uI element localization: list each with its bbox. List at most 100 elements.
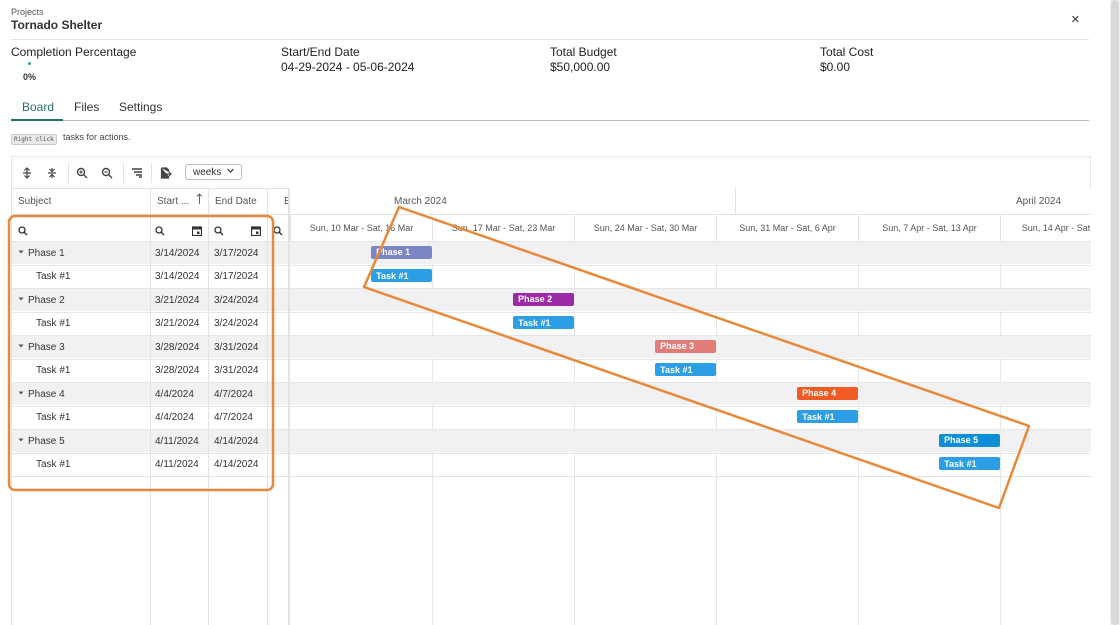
- collapse-all-icon[interactable]: [41, 163, 63, 183]
- week-header: Sun, 31 Mar - Sat, 6 Apr: [716, 214, 858, 241]
- subject-text: Task #1: [36, 412, 71, 423]
- zoom-in-icon[interactable]: [71, 163, 93, 183]
- right-click-hint: tasks for actions.: [63, 132, 131, 142]
- subject-text: Task #1: [36, 271, 71, 282]
- start-date-cell: 3/14/2024: [155, 271, 200, 282]
- timeline-row: [290, 405, 1091, 429]
- subject-text: Phase 5: [28, 435, 65, 447]
- phase-bar[interactable]: Phase 1: [371, 245, 432, 259]
- subject-cell: Task #1: [36, 313, 70, 335]
- week-header: Sun, 17 Mar - Sat, 23 Mar: [432, 214, 574, 241]
- timeline-row: [290, 311, 1091, 335]
- search-icon[interactable]: [214, 223, 224, 241]
- caret-down-icon[interactable]: [17, 436, 25, 447]
- start-date-cell: 3/28/2024: [155, 365, 200, 376]
- timeline-bottom-border: [290, 476, 1091, 477]
- end-date-cell: 4/7/2024: [214, 388, 253, 400]
- total-budget-label: Total Budget: [550, 45, 617, 59]
- start-date-cell: 3/21/2024: [155, 294, 200, 306]
- search-icon[interactable]: [18, 223, 28, 241]
- start-date-cell: 4/11/2024: [155, 435, 199, 447]
- total-budget-value: $50,000.00: [550, 60, 611, 74]
- task-bar[interactable]: Task #1: [939, 457, 1000, 470]
- start-date-cell: 4/4/2024: [155, 412, 194, 423]
- start-end-date-value: 04-29-2024 - 05-06-2024: [281, 60, 415, 74]
- gantt-toolbar: weeks: [11, 156, 1091, 189]
- end-date-cell: 4/14/2024: [214, 435, 259, 447]
- page-title: Tornado Shelter: [11, 18, 103, 32]
- subject-text: Phase 1: [28, 247, 65, 259]
- caret-down-icon[interactable]: [17, 342, 25, 353]
- subject-cell: Phase 4: [17, 383, 65, 405]
- phase-bar[interactable]: Phase 5: [939, 433, 1000, 447]
- task-bar[interactable]: Task #1: [655, 363, 716, 376]
- subject-cell: Task #1: [36, 407, 70, 429]
- total-cost-value: $0.00: [820, 60, 851, 74]
- gantt-timeline: March 2024 April 2024 Sun, 10 Mar - Sat,…: [288, 188, 1091, 625]
- zoom-out-icon[interactable]: [96, 163, 118, 183]
- subject-text: Phase 3: [28, 341, 65, 353]
- end-date-cell: 3/17/2024: [214, 247, 259, 259]
- week-header: Sun, 10 Mar - Sat, 16 Mar: [290, 214, 432, 241]
- month-divider: [735, 188, 736, 214]
- caret-down-icon[interactable]: [17, 295, 25, 306]
- column-header-subject[interactable]: Subject: [12, 188, 151, 214]
- phase-bar[interactable]: Phase 3: [655, 339, 716, 353]
- fit-view-icon[interactable]: [126, 163, 148, 183]
- start-date-cell: 3/28/2024: [155, 341, 200, 353]
- completion-progress-ring: [28, 62, 31, 65]
- breadcrumb[interactable]: Projects: [11, 7, 44, 17]
- column-header-end[interactable]: End Date: [209, 188, 268, 214]
- task-bar[interactable]: Task #1: [513, 316, 574, 329]
- column-header-end-label: End Date: [215, 195, 257, 207]
- timeline-row: [290, 382, 1091, 405]
- timeline-row: [290, 288, 1091, 311]
- subject-cell: Phase 3: [17, 336, 65, 358]
- end-date-cell: 4/14/2024: [214, 459, 259, 470]
- start-date-cell: 3/14/2024: [155, 247, 200, 259]
- right-click-key: Right click: [11, 134, 57, 145]
- calendar-icon[interactable]: [191, 223, 203, 241]
- tab-files[interactable]: Files: [74, 100, 99, 114]
- total-cost-label: Total Cost: [820, 45, 874, 59]
- subject-cell: Task #1: [36, 454, 70, 476]
- scrollbar-thumb[interactable]: [1111, 0, 1119, 625]
- expand-all-icon[interactable]: [16, 163, 38, 183]
- column-header-start[interactable]: Start ...: [151, 188, 209, 214]
- task-bar[interactable]: Task #1: [797, 410, 858, 423]
- task-bar[interactable]: Task #1: [371, 269, 432, 282]
- week-header: Sun, 24 Mar - Sat, 30 Mar: [574, 214, 716, 241]
- search-icon[interactable]: [155, 223, 165, 241]
- column-header-start-label: Start ...: [157, 195, 190, 207]
- tab-board[interactable]: Board: [22, 100, 54, 114]
- search-icon[interactable]: [273, 223, 283, 241]
- scale-select[interactable]: weeks: [185, 164, 242, 180]
- month-header: April 2024: [1016, 195, 1062, 207]
- start-date-cell: 3/21/2024: [155, 318, 200, 329]
- column-divider: [150, 188, 151, 625]
- subject-text: Task #1: [36, 365, 71, 376]
- active-tab-indicator: [11, 119, 63, 121]
- caret-down-icon[interactable]: [17, 389, 25, 400]
- header-divider: [11, 39, 1089, 40]
- week-header: Sun, 7 Apr - Sat, 13 Apr: [858, 214, 1000, 241]
- subject-cell: Task #1: [36, 266, 70, 288]
- end-date-cell: 3/24/2024: [214, 294, 259, 306]
- caret-down-icon[interactable]: [17, 248, 25, 259]
- tab-settings[interactable]: Settings: [119, 100, 162, 114]
- start-date-cell: 4/4/2024: [155, 388, 194, 400]
- completion-label: Completion Percentage: [11, 45, 137, 59]
- column-header-extra[interactable]: E: [268, 188, 288, 214]
- subject-text: Phase 4: [28, 388, 65, 400]
- month-header: March 2024: [394, 195, 447, 207]
- end-date-cell: 4/7/2024: [214, 412, 253, 423]
- task-grid: Subject Start ... End Date E Phase 1 3/1…: [11, 188, 288, 625]
- calendar-icon[interactable]: [250, 223, 262, 241]
- phase-bar[interactable]: Phase 4: [797, 386, 858, 400]
- sort-ascending-icon[interactable]: [196, 193, 203, 208]
- column-divider: [208, 188, 209, 625]
- export-icon[interactable]: [155, 163, 177, 183]
- end-date-cell: 3/31/2024: [214, 365, 259, 376]
- phase-bar[interactable]: Phase 2: [513, 292, 574, 306]
- close-icon[interactable]: ×: [1071, 11, 1080, 28]
